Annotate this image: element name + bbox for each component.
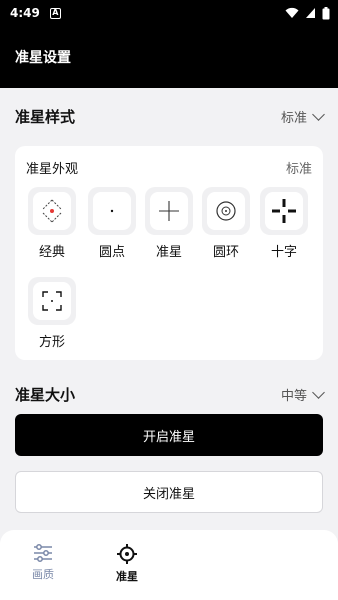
style-option-classic[interactable]: 经典 [25, 187, 79, 260]
status-bar: 4:49 A [0, 0, 338, 26]
style-section-title: 准星样式 [15, 108, 76, 126]
style-label-classic: 经典 [38, 245, 65, 260]
app-bar: 准星设置 [0, 26, 338, 88]
size-dropdown-value: 中等 [280, 389, 307, 404]
style-label-ring: 圆环 [212, 245, 239, 260]
size-dropdown[interactable]: 中等 [280, 385, 325, 404]
style-option-dot[interactable]: 圆点 [85, 187, 139, 260]
appearance-card: 准星外观 标准 经典 圆点 准星 圆环 十字 方形 [15, 146, 323, 360]
appearance-subtitle: 标准 [285, 162, 312, 177]
style-dropdown-value: 标准 [280, 111, 307, 126]
signal-icon [306, 8, 315, 18]
nav-label-quality: 画质 [32, 568, 54, 581]
style-label-plus: 准星 [155, 245, 182, 260]
nav-item-quality[interactable]: 画质 [13, 544, 73, 582]
ring-icon [216, 201, 236, 221]
cross-icon [272, 199, 296, 223]
appearance-title: 准星外观 [26, 162, 79, 177]
style-option-cross[interactable]: 十字 [257, 187, 311, 260]
enable-crosshair-button[interactable]: 开启准星 [15, 414, 323, 456]
size-section-title: 准星大小 [15, 386, 76, 404]
nav-item-crosshair[interactable]: 准星 [97, 544, 157, 584]
style-label-square: 方形 [38, 335, 65, 350]
bottom-nav: 画质 准星 [0, 530, 338, 600]
nav-label-crosshair: 准星 [116, 570, 138, 583]
style-label-cross: 十字 [270, 245, 297, 260]
chevron-down-icon [312, 107, 325, 121]
dot-icon [110, 209, 114, 213]
wifi-icon [285, 7, 299, 18]
square-bracket-icon [42, 291, 62, 311]
sliders-icon [34, 544, 52, 562]
page-title: 准星设置 [15, 50, 71, 66]
crosshair-icon [117, 544, 137, 564]
style-option-ring[interactable]: 圆环 [199, 187, 253, 260]
battery-icon [322, 6, 330, 19]
style-option-square[interactable]: 方形 [25, 277, 79, 350]
size-section-header: 准星大小 中等 [15, 384, 325, 405]
style-section-header: 准星样式 标准 [15, 106, 325, 127]
style-option-plus[interactable]: 准星 [142, 187, 196, 260]
style-label-dot: 圆点 [98, 245, 125, 260]
classic-crosshair-icon [42, 199, 62, 223]
status-time: 4:49 [10, 6, 40, 20]
chevron-down-icon [312, 385, 325, 399]
style-dropdown[interactable]: 标准 [280, 107, 325, 126]
plus-crosshair-icon [159, 201, 179, 221]
notification-icon: A [49, 7, 61, 19]
disable-crosshair-button[interactable]: 关闭准星 [15, 471, 323, 513]
